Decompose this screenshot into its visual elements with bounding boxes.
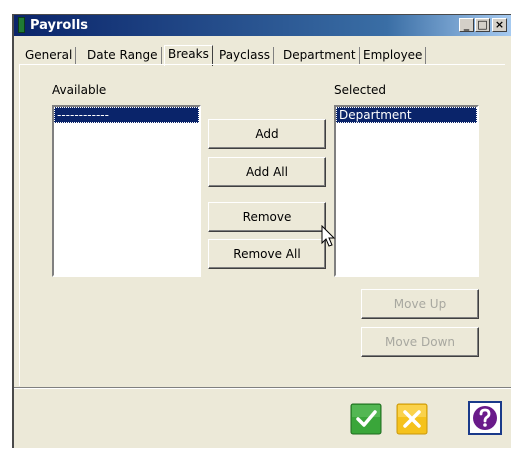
green-checkmark-icon xyxy=(350,403,382,435)
tab-date-range[interactable]: Date Range xyxy=(84,47,162,65)
cancel-button[interactable] xyxy=(396,403,428,435)
available-label: Available xyxy=(52,83,107,97)
purple-question-icon xyxy=(468,401,502,435)
remove-all-button[interactable]: Remove All xyxy=(208,239,326,269)
selected-label: Selected xyxy=(334,83,387,97)
maximize-button[interactable]: □ xyxy=(475,18,490,32)
add-all-button[interactable]: Add All xyxy=(208,157,326,187)
close-button[interactable]: × xyxy=(492,18,507,32)
minimize-button[interactable]: _ xyxy=(459,18,474,32)
add-button[interactable]: Add xyxy=(208,119,326,149)
yellow-x-icon xyxy=(396,403,428,435)
mouse-cursor-icon xyxy=(321,225,336,247)
tab-strip: General Date Range Breaks Payclass Depar… xyxy=(14,45,511,66)
tab-payclass[interactable]: Payclass xyxy=(216,47,274,65)
dialog-footer xyxy=(14,389,511,449)
payrolls-window: Payrolls _ □ × General Date Range Breaks… xyxy=(12,14,511,448)
selected-listbox[interactable]: Department xyxy=(334,105,479,277)
remove-button[interactable]: Remove xyxy=(208,202,326,232)
window-title: Payrolls xyxy=(30,18,89,33)
move-down-button[interactable]: Move Down xyxy=(361,327,479,357)
move-up-button[interactable]: Move Up xyxy=(361,289,479,319)
available-listbox[interactable]: ------------ xyxy=(52,105,201,277)
tab-employee[interactable]: Employee xyxy=(360,47,427,65)
title-bar[interactable]: Payrolls _ □ × xyxy=(14,15,511,36)
tab-breaks[interactable]: Breaks xyxy=(164,45,213,66)
tab-department[interactable]: Department xyxy=(280,47,360,65)
selected-list-item[interactable]: Department xyxy=(336,107,477,123)
ok-button[interactable] xyxy=(350,403,382,435)
help-button[interactable] xyxy=(468,401,502,435)
app-icon xyxy=(18,17,25,33)
available-list-item[interactable]: ------------ xyxy=(54,107,199,123)
tab-general[interactable]: General xyxy=(22,47,77,65)
